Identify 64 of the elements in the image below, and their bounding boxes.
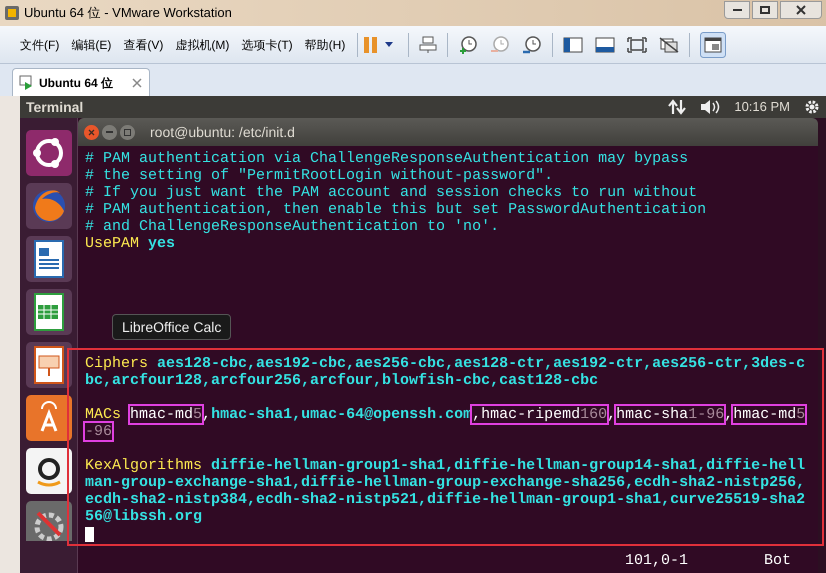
clock[interactable]: 10:16 PM bbox=[734, 97, 790, 117]
scroll-position: Bot bbox=[764, 552, 792, 569]
maximize-icon bbox=[760, 6, 770, 14]
terminal-text: aes128-cbc,aes192-cbc,aes256-cbc,aes128-ctr,aes192-ctr,aes256-ctr,3des-c bbox=[157, 355, 806, 372]
close-icon[interactable] bbox=[131, 76, 143, 88]
terminal-text: Ciphers bbox=[85, 355, 150, 372]
menu-item[interactable]: 文件(F) bbox=[14, 32, 66, 56]
terminal-text: diffie-hellman-group1-sha1,diffie-hellman-group14-sha1,diffie-hell bbox=[211, 457, 806, 474]
fullscreen-icon[interactable] bbox=[627, 36, 648, 52]
menu-item[interactable]: 选项卡(T) bbox=[235, 32, 299, 56]
settings-icon[interactable] bbox=[804, 99, 820, 115]
terminal-text: yes bbox=[148, 235, 176, 252]
highlight-box: ,hmac-ripemd160 bbox=[472, 406, 608, 423]
terminal-title: root@ubuntu: /etc/init.d bbox=[150, 122, 295, 142]
menu-item[interactable]: 帮助(H) bbox=[298, 32, 352, 56]
menu-item[interactable]: 虚拟机(M) bbox=[169, 32, 236, 56]
highlight-box: hmac-md5 bbox=[733, 406, 806, 423]
close-button[interactable] bbox=[780, 1, 822, 19]
highlight-box: hmac-sha1-96 bbox=[616, 406, 724, 423]
terminal-text: # PAM authentication, then enable this but set PasswordAuthentication bbox=[85, 201, 706, 218]
menu-item[interactable]: 查看(V) bbox=[117, 32, 170, 56]
terminal-text: MACs bbox=[85, 406, 122, 423]
highlight-box: hmac-md5 bbox=[130, 406, 202, 423]
menu-item[interactable]: 编辑(E) bbox=[65, 32, 118, 56]
bottom-bar-layout-icon[interactable] bbox=[595, 36, 616, 52]
library-view-icon[interactable] bbox=[700, 32, 726, 58]
terminal-text: , bbox=[724, 406, 734, 423]
clock-plus-icon[interactable] bbox=[458, 34, 478, 54]
terminal-text: bc,arcfour128,arcfour256,arcfour,blowfish-cbc,cast128-cbc bbox=[85, 372, 598, 389]
terminal-text: , bbox=[607, 406, 616, 423]
app-logo-icon bbox=[4, 5, 20, 21]
crossed-window-icon[interactable] bbox=[659, 36, 680, 52]
presentation-icon[interactable] bbox=[26, 342, 72, 388]
volume-icon[interactable] bbox=[700, 99, 720, 115]
terminal-text: 56@libssh.org bbox=[85, 508, 202, 525]
vm-tab[interactable]: Ubuntu 64 位 bbox=[12, 68, 150, 96]
document-icon[interactable] bbox=[26, 236, 72, 282]
cursor-position: 101,0-1 bbox=[625, 552, 688, 569]
terminal-text: # and ChallengeResponseAuthentication to 'no'. bbox=[85, 218, 500, 235]
minimize-button[interactable] bbox=[724, 1, 750, 19]
app-name: Terminal bbox=[26, 98, 84, 116]
terminal-text: hmac-sha1,umac-64@openssh.com bbox=[211, 406, 472, 423]
terminal-text: , bbox=[202, 406, 212, 423]
terminal-text: UsePAM bbox=[85, 235, 140, 252]
minimize-icon bbox=[732, 9, 742, 11]
network-arrows-icon[interactable] bbox=[668, 99, 686, 115]
close-icon bbox=[88, 128, 95, 136]
maximize-button[interactable] bbox=[752, 1, 778, 19]
terminal-text: # If you just want the PAM account and session checks to run without bbox=[85, 184, 698, 201]
maximize-icon bbox=[124, 128, 131, 136]
terminal-text: # the setting of "PermitRootLogin without-password". bbox=[85, 167, 554, 184]
terminal-text: KexAlgorithms bbox=[85, 457, 204, 474]
cursor bbox=[85, 527, 94, 542]
terminal-text: ecdh-sha2-nistp384,ecdh-sha2-nistp521,diffie-hellman-group1-sha1,curve25519-sha2 bbox=[85, 491, 806, 508]
terminal-text: man-group-exchange-sha1,diffie-hellman-group-exchange-sha256,ecdh-sha2-nistp256, bbox=[85, 474, 806, 491]
highlight-box: -96 bbox=[85, 423, 112, 440]
minimize-icon bbox=[106, 131, 113, 133]
window-title: Ubuntu 64 位 - VMware Workstation bbox=[24, 4, 232, 22]
close-icon bbox=[796, 5, 806, 15]
sidebar-layout-icon[interactable] bbox=[563, 36, 584, 52]
tooltip: LibreOffice Calc bbox=[112, 314, 232, 340]
terminal-text: # PAM authentication via ChallengeResponseAuthentication may bypass bbox=[85, 150, 688, 167]
spreadsheet-icon[interactable] bbox=[26, 289, 72, 335]
circle-logo-icon[interactable] bbox=[26, 130, 72, 176]
